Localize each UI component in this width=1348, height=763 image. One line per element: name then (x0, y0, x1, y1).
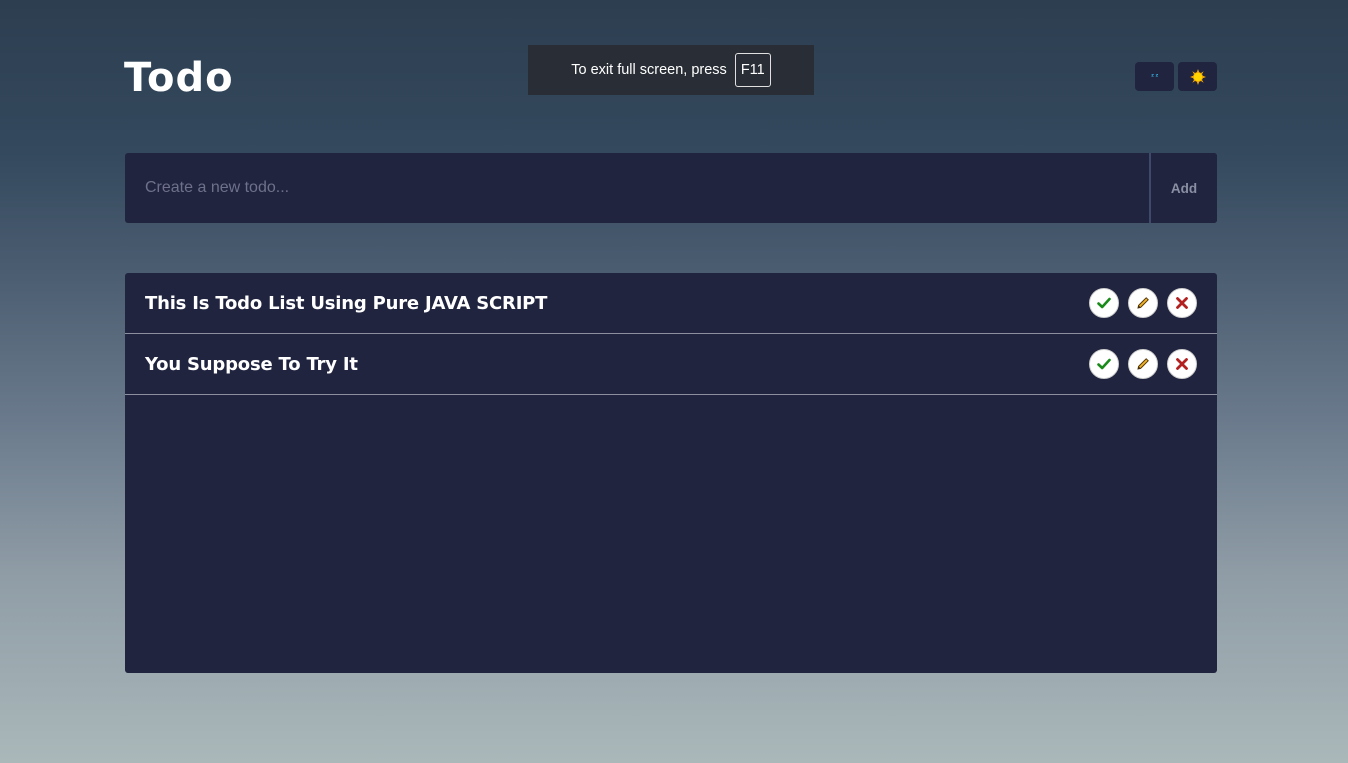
dark-mode-button[interactable]: ᶻᶻ (1135, 62, 1174, 91)
delete-button[interactable] (1167, 288, 1197, 318)
todo-text: You Suppose To Try It (145, 353, 358, 375)
sun-icon (1189, 68, 1206, 85)
todo-item: This Is Todo List Using Pure JAVA SCRIPT (125, 273, 1217, 334)
sleep-icon: ᶻᶻ (1150, 72, 1159, 81)
complete-button[interactable] (1089, 288, 1119, 318)
close-icon (1176, 297, 1188, 309)
todo-list: This Is Todo List Using Pure JAVA SCRIPT (125, 273, 1217, 395)
todo-actions (1089, 288, 1197, 318)
todo-item: You Suppose To Try It (125, 334, 1217, 395)
fullscreen-notice: To exit full screen, press F11 (528, 45, 814, 95)
pencil-icon (1137, 358, 1149, 370)
pencil-icon (1137, 297, 1149, 309)
light-mode-button[interactable] (1178, 62, 1217, 91)
new-todo-input[interactable] (125, 153, 1149, 223)
edit-button[interactable] (1128, 288, 1158, 318)
add-todo-form: Add (125, 153, 1217, 223)
fullscreen-notice-text: To exit full screen, press (571, 62, 727, 78)
todo-list-panel: This Is Todo List Using Pure JAVA SCRIPT (125, 273, 1217, 673)
check-icon (1097, 297, 1111, 309)
edit-button[interactable] (1128, 349, 1158, 379)
check-icon (1097, 358, 1111, 370)
fullscreen-key: F11 (734, 53, 771, 87)
todo-text: This Is Todo List Using Pure JAVA SCRIPT (145, 292, 548, 314)
close-icon (1176, 358, 1188, 370)
add-button[interactable]: Add (1149, 153, 1217, 223)
complete-button[interactable] (1089, 349, 1119, 379)
page-title: Todo (124, 55, 234, 101)
todo-actions (1089, 349, 1197, 379)
delete-button[interactable] (1167, 349, 1197, 379)
